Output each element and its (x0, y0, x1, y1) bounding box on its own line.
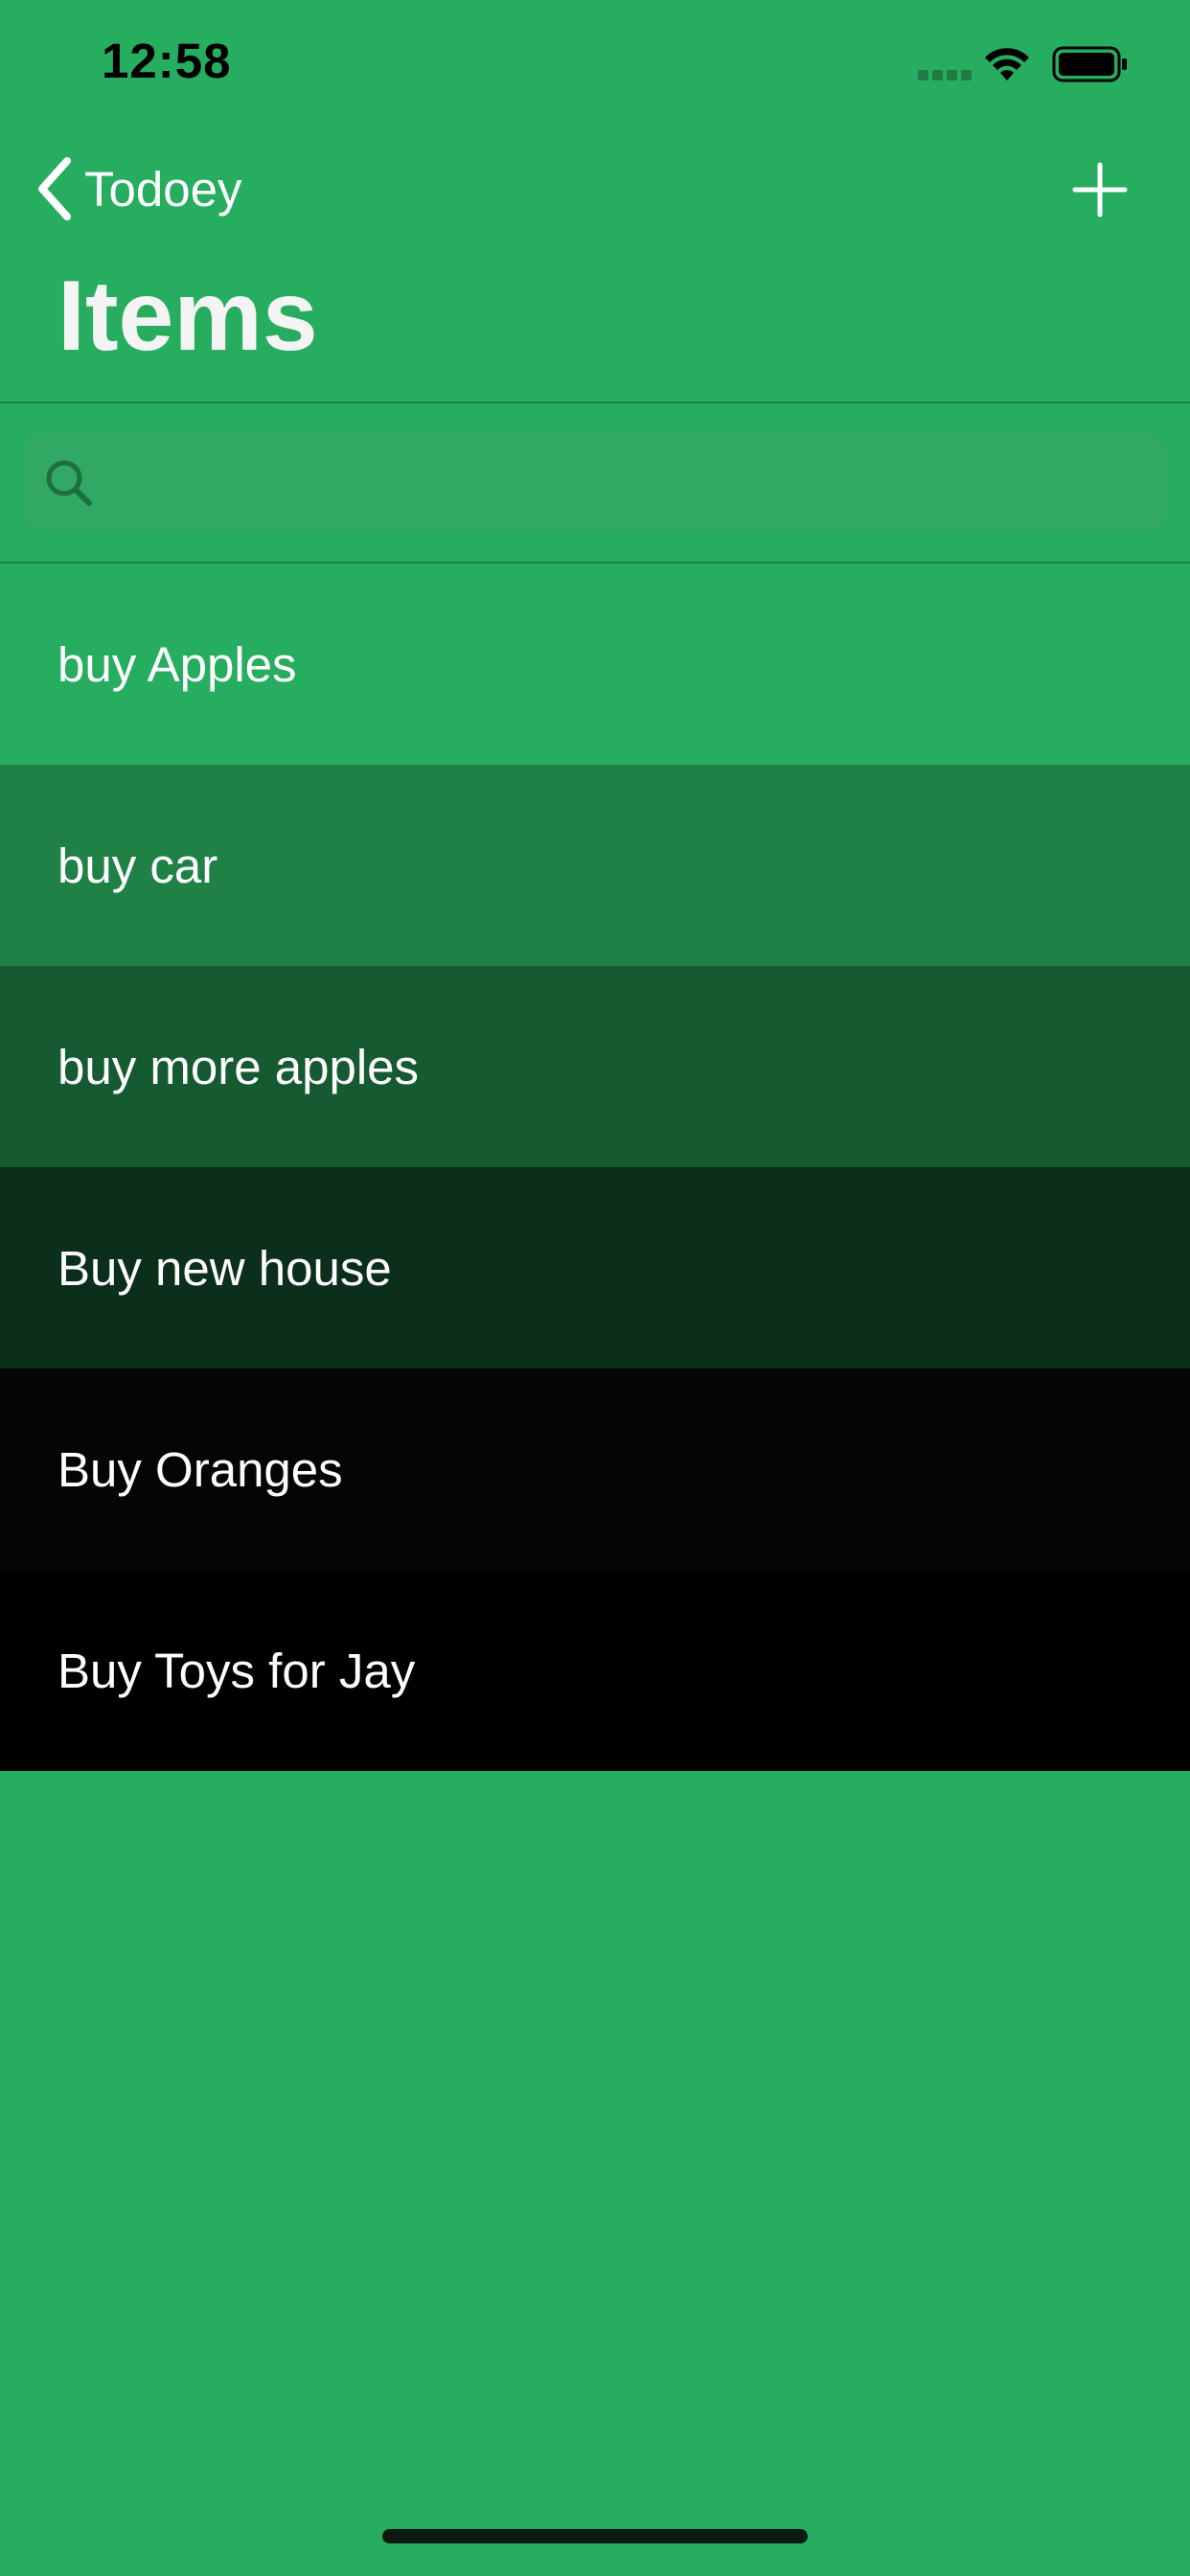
back-button[interactable]: Todoey (34, 157, 241, 220)
search-bar[interactable] (23, 433, 1167, 533)
list-item[interactable]: Buy Toys for Jay (0, 1570, 1190, 1771)
search-input[interactable] (109, 433, 1148, 533)
items-list: buy Apples buy car buy more apples Buy n… (0, 564, 1190, 1771)
page-title: Items (57, 261, 318, 372)
chevron-left-icon (38, 157, 71, 220)
list-item[interactable]: Buy Oranges (0, 1368, 1190, 1570)
wifi-icon (985, 48, 1029, 80)
signal-icon (918, 70, 972, 80)
home-indicator[interactable] (382, 2529, 808, 2543)
battery-icon (1052, 46, 1127, 82)
status-bar: 12:58 (0, 0, 1190, 129)
navigation-bar: Todoey (0, 144, 1190, 240)
plus-icon[interactable] (1069, 159, 1131, 220)
list-item[interactable]: Buy new house (0, 1167, 1190, 1368)
status-time: 12:58 (102, 34, 232, 88)
back-button-label: Todoey (84, 161, 242, 217)
search-icon (46, 460, 92, 506)
list-item[interactable]: buy car (0, 765, 1190, 966)
list-item[interactable]: buy Apples (0, 564, 1190, 765)
header-divider (0, 402, 1190, 403)
list-item[interactable]: buy more apples (0, 966, 1190, 1167)
